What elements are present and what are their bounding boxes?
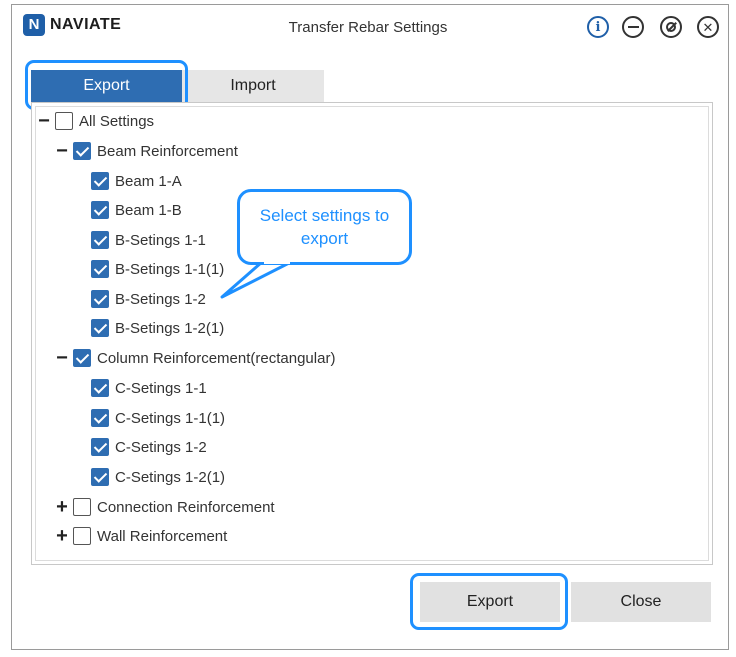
tree-label: Beam 1-B (115, 201, 182, 219)
checkbox[interactable] (91, 438, 109, 456)
tree-label: B-Setings 1-2(1) (115, 319, 225, 337)
tree-label: C-Setings 1-2(1) (115, 468, 226, 486)
checkbox[interactable] (73, 527, 91, 545)
checkbox[interactable] (91, 468, 109, 486)
expand-toggle-icon[interactable]: + (55, 497, 69, 517)
collapse-toggle-icon[interactable]: − (37, 111, 51, 131)
tree-group-wall-reinforcement[interactable]: + Wall Reinforcement (55, 524, 227, 548)
checkbox[interactable] (55, 112, 73, 130)
tree-label: B-Setings 1-1 (115, 231, 206, 249)
tree-item[interactable]: B-Setings 1-1 (91, 228, 206, 252)
tree-item[interactable]: B-Setings 1-1(1) (91, 257, 224, 281)
tree-label: Beam Reinforcement (97, 142, 238, 160)
tree-label: B-Setings 1-2 (115, 290, 206, 308)
tree-root-all-settings[interactable]: − All Settings (37, 109, 154, 133)
tree-label: Beam 1-A (115, 172, 182, 190)
tab-import[interactable]: Import (182, 70, 324, 102)
tree-label: Wall Reinforcement (97, 527, 228, 545)
collapse-toggle-icon[interactable]: − (55, 348, 69, 368)
tree-item[interactable]: C-Setings 1-2 (91, 435, 207, 459)
callout-text: Select settings to export (259, 206, 390, 248)
tree-label: C-Setings 1-2 (115, 438, 207, 456)
tree-item[interactable]: C-Setings 1-1(1) (91, 406, 225, 430)
tree-item[interactable]: C-Setings 1-2(1) (91, 465, 225, 489)
checkbox[interactable] (91, 290, 109, 308)
collapse-toggle-icon[interactable]: − (55, 141, 69, 161)
tree-label: Connection Reinforcement (97, 498, 275, 516)
tree-group-beam-reinforcement[interactable]: − Beam Reinforcement (55, 139, 238, 163)
close-glyph: ✕ (702, 19, 714, 35)
tree-label: B-Setings 1-1(1) (115, 260, 225, 278)
tree-label: All Settings (79, 112, 155, 130)
minimize-icon[interactable] (622, 16, 644, 38)
checkbox[interactable] (91, 409, 109, 427)
tree-label: C-Setings 1-1(1) (115, 409, 226, 427)
tree-item[interactable]: Beam 1-B (91, 198, 182, 222)
tree-group-connection-reinforcement[interactable]: + Connection Reinforcement (55, 495, 275, 519)
tree-item[interactable]: B-Setings 1-2 (91, 287, 206, 311)
close-button[interactable]: Close (571, 582, 711, 622)
checkbox[interactable] (91, 172, 109, 190)
tree-label: C-Setings 1-1 (115, 379, 207, 397)
checkbox[interactable] (91, 379, 109, 397)
tree-item[interactable]: Beam 1-A (91, 169, 182, 193)
checkbox[interactable] (73, 498, 91, 516)
checkbox[interactable] (91, 260, 109, 278)
pin-icon[interactable] (660, 16, 682, 38)
info-icon[interactable]: i (587, 16, 609, 38)
callout-tooltip: Select settings to export (237, 189, 412, 265)
checkbox[interactable] (73, 142, 91, 160)
checkbox[interactable] (91, 201, 109, 219)
close-icon[interactable]: ✕ (697, 16, 719, 38)
export-button-highlight (410, 573, 568, 630)
checkbox[interactable] (73, 349, 91, 367)
tree-item[interactable]: B-Setings 1-2(1) (91, 316, 224, 340)
tree-label: Column Reinforcement(rectangular) (97, 349, 336, 367)
tree-group-column-reinforcement[interactable]: − Column Reinforcement(rectangular) (55, 346, 335, 370)
tree-item[interactable]: C-Setings 1-1 (91, 376, 207, 400)
info-glyph: i (595, 19, 601, 35)
expand-toggle-icon[interactable]: + (55, 526, 69, 546)
checkbox[interactable] (91, 231, 109, 249)
checkbox[interactable] (91, 319, 109, 337)
